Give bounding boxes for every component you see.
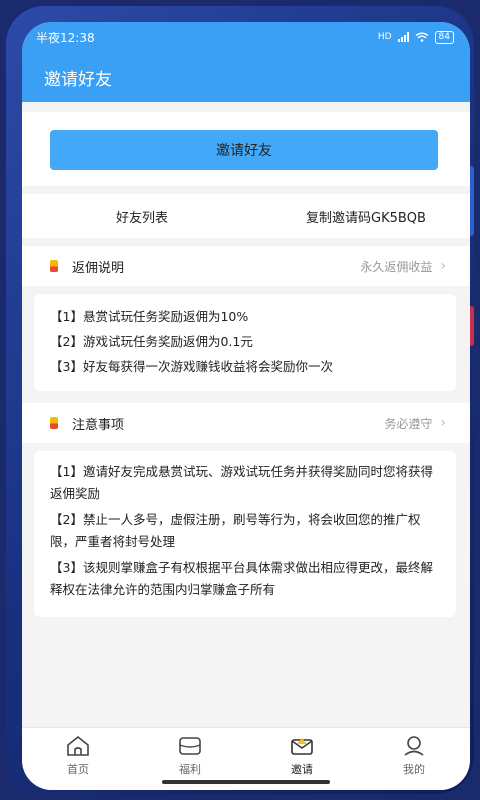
- notice-header[interactable]: 注意事项 务必遵守 ›: [22, 403, 470, 443]
- nav-profile-label: 我的: [403, 763, 425, 776]
- home-icon: [67, 735, 89, 756]
- status-time: 半夜12:38: [36, 30, 95, 45]
- nav-welfare-label: 福利: [179, 763, 201, 776]
- page-title: 邀请好友: [44, 69, 112, 90]
- screen: 半夜12:38 HD 84 邀请好友 邀请好友 好友列表 复制邀请码GK5BQB…: [22, 22, 470, 790]
- commission-rule-2: 【2】游戏试玩任务奖励返佣为0.1元: [50, 334, 253, 349]
- copy-invite-code-link[interactable]: 复制邀请码GK5BQB: [252, 207, 470, 226]
- nav-profile[interactable]: 我的: [358, 728, 470, 790]
- commission-rule-3: 【3】好友每获得一次游戏赚钱收益将会奖励你一次: [50, 359, 333, 374]
- invite-actions-row: 好友列表 复制邀请码GK5BQB: [22, 194, 470, 238]
- notice-title: 注意事项: [72, 417, 125, 433]
- invite-icon: [291, 738, 313, 755]
- app-bar: 邀请好友: [22, 52, 470, 102]
- battery-level: 84: [438, 31, 450, 42]
- home-indicator[interactable]: [162, 780, 330, 784]
- commission-right-label: 永久返佣收益: [360, 259, 433, 274]
- commission-rule-1: 【1】悬赏试玩任务奖励返佣为10%: [50, 309, 249, 324]
- notice-rule-3: 【3】该规则掌赚盒子有权根据平台具体需求做出相应得更改，最终解释权在法律允许的范…: [50, 560, 433, 597]
- invite-friends-button[interactable]: 邀请好友: [50, 130, 438, 170]
- nav-home-label: 首页: [67, 763, 89, 776]
- invite-card: 邀请好友: [22, 112, 470, 186]
- notice-rule-1: 【1】邀请好友完成悬赏试玩、游戏试玩任务并获得奖励同时您将获得返佣奖励: [50, 464, 433, 501]
- chevron-right-icon: ›: [440, 415, 446, 431]
- notice-right-label: 务必遵守: [384, 416, 433, 431]
- section-marker-icon: [50, 260, 58, 272]
- commission-section: 返佣说明 永久返佣收益 ›: [22, 246, 470, 286]
- welfare-icon: [179, 737, 201, 755]
- wifi-icon: [415, 32, 428, 42]
- chevron-right-icon: ›: [440, 258, 446, 274]
- notice-rules-card: 【1】邀请好友完成悬赏试玩、游戏试玩任务并获得奖励同时您将获得返佣奖励 【2】禁…: [34, 451, 456, 617]
- notice-right: 务必遵守 ›: [384, 415, 446, 432]
- network-label: HD: [377, 32, 392, 42]
- signal-icon: [397, 32, 409, 42]
- notice-section: 注意事项 务必遵守 ›: [22, 403, 470, 443]
- profile-icon: [404, 736, 424, 756]
- status-bar: 半夜12:38 HD 84: [22, 22, 470, 52]
- section-marker-icon: [50, 417, 58, 429]
- nav-home[interactable]: 首页: [22, 728, 134, 790]
- friends-list-link[interactable]: 好友列表: [22, 207, 252, 226]
- commission-header[interactable]: 返佣说明 永久返佣收益 ›: [22, 246, 470, 286]
- phone-frame: 半夜12:38 HD 84 邀请好友 邀请好友 好友列表 复制邀请码GK5BQB…: [6, 6, 474, 794]
- commission-right: 永久返佣收益 ›: [360, 258, 446, 275]
- commission-rules-card: 【1】悬赏试玩任务奖励返佣为10% 【2】游戏试玩任务奖励返佣为0.1元 【3】…: [34, 294, 456, 391]
- notice-rule-2: 【2】禁止一人多号，虚假注册，刷号等行为，将会收回您的推广权限，严重者将封号处理: [50, 512, 421, 549]
- battery-icon: 84: [434, 30, 454, 44]
- status-icons: HD 84: [377, 30, 454, 44]
- commission-title: 返佣说明: [72, 260, 125, 276]
- nav-invite-label: 邀请: [291, 763, 313, 776]
